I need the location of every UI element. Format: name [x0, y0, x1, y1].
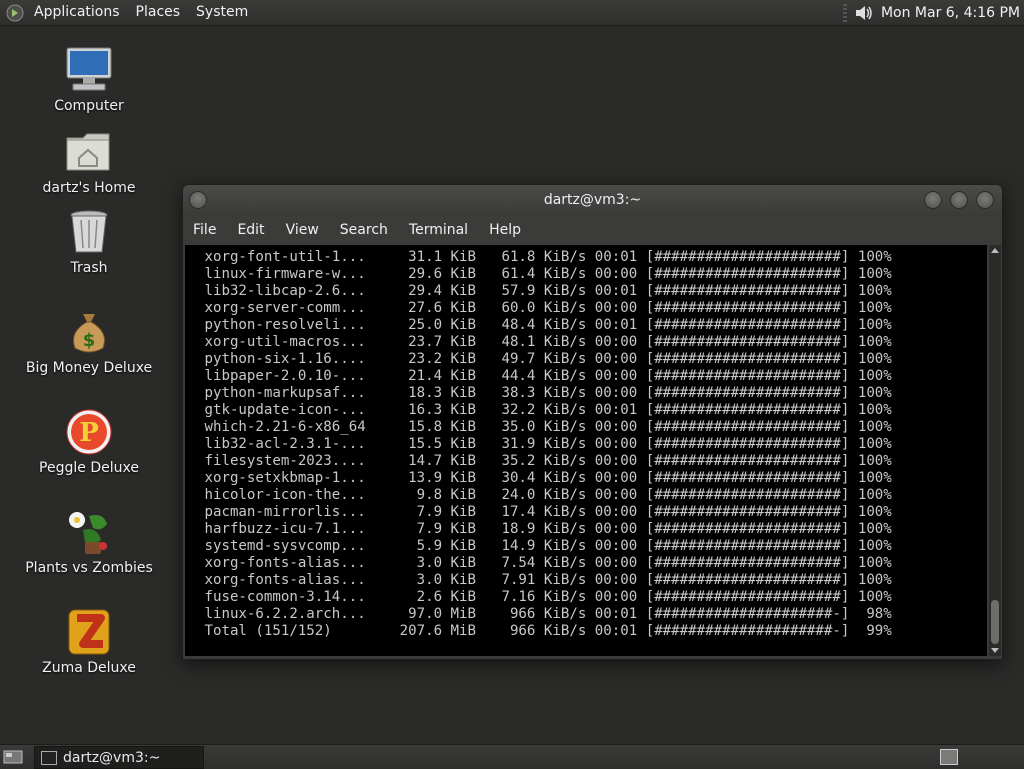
terminal-line: gtk-update-icon-... 16.3 KiB 32.2 KiB/s …: [196, 402, 892, 418]
window-title: dartz@vm3:~: [543, 192, 642, 208]
terminal-line: linux-6.2.2.arch... 97.0 MiB 966 KiB/s 0…: [196, 606, 892, 622]
desktop-icon-label: dartz's Home: [42, 180, 136, 196]
terminal-text: xorg-font-util-1... 31.1 KiB 61.8 KiB/s …: [185, 245, 987, 640]
desktop-icon-zuma[interactable]: Zuma Deluxe: [29, 606, 149, 676]
desktop-icon-big-money[interactable]: $ Big Money Deluxe: [25, 306, 153, 376]
home-folder-icon: [63, 126, 115, 178]
system-menu[interactable]: System: [188, 0, 256, 25]
terminal-line: filesystem-2023.... 14.7 KiB 35.2 KiB/s …: [196, 453, 892, 469]
scrollbar-thumb[interactable]: [991, 600, 999, 644]
desktop-icon-peggle[interactable]: P Peggle Deluxe: [29, 406, 149, 476]
terminal-line: Total (151/152) 207.6 MiB 966 KiB/s 00:0…: [196, 623, 892, 639]
workspace-switcher[interactable]: [940, 749, 958, 765]
top-panel: Applications Places System Mon Mar 6, 4:…: [0, 0, 1024, 26]
terminal-line: xorg-fonts-alias... 3.0 KiB 7.54 KiB/s 0…: [196, 555, 892, 571]
terminal-line: harfbuzz-icu-7.1... 7.9 KiB 18.9 KiB/s 0…: [196, 521, 892, 537]
places-menu[interactable]: Places: [128, 0, 189, 25]
terminal-line: xorg-setxkbmap-1... 13.9 KiB 30.4 KiB/s …: [196, 470, 892, 486]
money-bag-icon: $: [63, 306, 115, 358]
show-desktop-icon[interactable]: [2, 748, 24, 766]
desktop-icon-computer[interactable]: Computer: [29, 44, 149, 114]
desktop-icon-label: Big Money Deluxe: [25, 360, 153, 376]
terminal-line: python-markupsaf... 18.3 KiB 38.3 KiB/s …: [196, 385, 892, 401]
desktop-icon-home[interactable]: dartz's Home: [29, 126, 149, 196]
desktop-icon-plants-vs-zombies[interactable]: Plants vs Zombies: [25, 506, 153, 576]
terminal-line: linux-firmware-w... 29.6 KiB 61.4 KiB/s …: [196, 266, 892, 282]
terminal-output[interactable]: xorg-font-util-1... 31.1 KiB 61.8 KiB/s …: [185, 245, 987, 656]
menu-terminal[interactable]: Terminal: [401, 222, 476, 238]
bottom-panel: dartz@vm3:~: [0, 744, 1024, 769]
svg-text:P: P: [79, 418, 99, 448]
menu-edit[interactable]: Edit: [229, 222, 272, 238]
desktop-icon-label: Peggle Deluxe: [39, 460, 139, 476]
gnome-foot-icon[interactable]: [4, 2, 26, 24]
terminal-line: lib32-acl-2.3.1-... 15.5 KiB 31.9 KiB/s …: [196, 436, 892, 452]
terminal-scrollbar[interactable]: [989, 245, 1001, 656]
terminal-window[interactable]: dartz@vm3:~ File Edit View Search Termin…: [182, 184, 1003, 660]
terminal-line: pacman-mirrorlis... 7.9 KiB 17.4 KiB/s 0…: [196, 504, 892, 520]
terminal-line: systemd-sysvcomp... 5.9 KiB 14.9 KiB/s 0…: [196, 538, 892, 554]
terminal-line: xorg-font-util-1... 31.1 KiB 61.8 KiB/s …: [196, 249, 892, 265]
volume-icon[interactable]: [853, 2, 875, 24]
taskbar-button-terminal[interactable]: dartz@vm3:~: [34, 746, 204, 769]
desktop-icon-trash[interactable]: Trash: [29, 206, 149, 276]
menu-file[interactable]: File: [185, 222, 224, 238]
desktop-icon-label: Plants vs Zombies: [25, 560, 153, 576]
terminal-line: libpaper-2.0.10-... 21.4 KiB 44.4 KiB/s …: [196, 368, 892, 384]
terminal-line: lib32-libcap-2.6... 29.4 KiB 57.9 KiB/s …: [196, 283, 892, 299]
trash-icon: [63, 206, 115, 258]
window-titlebar[interactable]: dartz@vm3:~: [183, 185, 1002, 216]
terminal-line: hicolor-icon-the... 9.8 KiB 24.0 KiB/s 0…: [196, 487, 892, 503]
taskbar-label: dartz@vm3:~: [63, 749, 161, 766]
clock[interactable]: Mon Mar 6, 4:16 PM: [881, 5, 1020, 21]
terminal-icon: [41, 750, 57, 765]
scroll-down-arrow-icon[interactable]: [991, 648, 999, 653]
computer-icon: [63, 44, 115, 96]
scroll-up-arrow-icon[interactable]: [991, 248, 999, 253]
peggle-icon: P: [63, 406, 115, 458]
menu-help[interactable]: Help: [481, 222, 529, 238]
panel-tray: Mon Mar 6, 4:16 PM: [842, 0, 1020, 25]
maximize-button[interactable]: [950, 191, 968, 209]
terminal-line: python-resolveli... 25.0 KiB 48.4 KiB/s …: [196, 317, 892, 333]
plants-vs-zombies-icon: [63, 506, 115, 558]
menu-view[interactable]: View: [278, 222, 327, 238]
terminal-line: which-2.21-6-x86_64 15.8 KiB 35.0 KiB/s …: [196, 419, 892, 435]
terminal-line: xorg-util-macros... 23.7 KiB 48.1 KiB/s …: [196, 334, 892, 350]
zuma-icon: [63, 606, 115, 658]
minimize-button[interactable]: [924, 191, 942, 209]
desktop-icon-label: Computer: [54, 98, 124, 114]
terminal-line: xorg-server-comm... 27.6 KiB 60.0 KiB/s …: [196, 300, 892, 316]
panel-handle: [842, 3, 847, 22]
terminal-line: fuse-common-3.14... 2.6 KiB 7.16 KiB/s 0…: [196, 589, 892, 605]
terminal-line: xorg-fonts-alias... 3.0 KiB 7.91 KiB/s 0…: [196, 572, 892, 588]
svg-text:$: $: [83, 330, 96, 351]
desktop-icon-label: Trash: [70, 260, 108, 276]
applications-menu[interactable]: Applications: [26, 0, 128, 25]
menu-search[interactable]: Search: [332, 222, 396, 238]
terminal-menubar: File Edit View Search Terminal Help: [183, 216, 1002, 244]
terminal-line: python-six-1.16.... 23.2 KiB 49.7 KiB/s …: [196, 351, 892, 367]
close-button[interactable]: [976, 191, 994, 209]
desktop-icon-label: Zuma Deluxe: [42, 660, 136, 676]
